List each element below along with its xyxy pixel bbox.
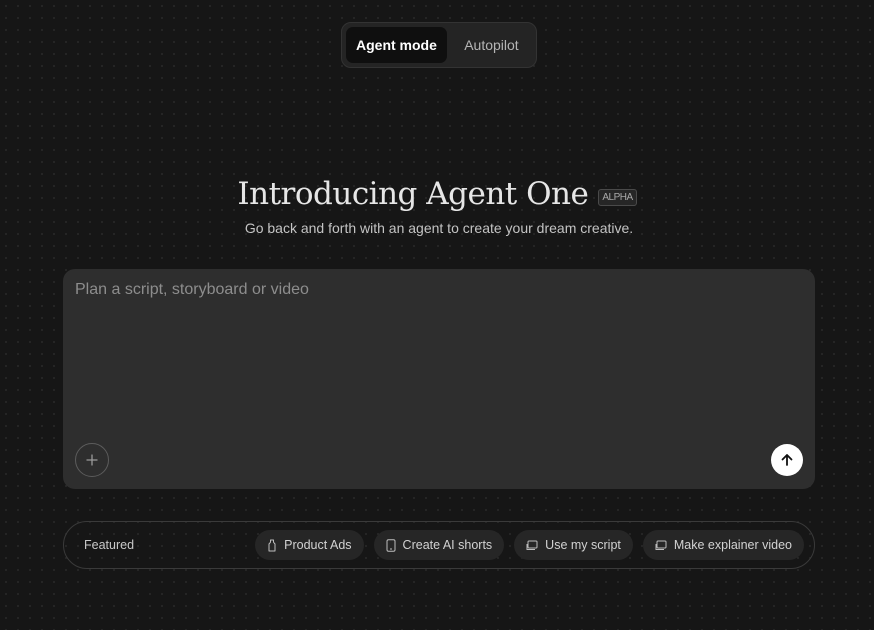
agent-mode-tab[interactable]: Agent mode [346, 27, 447, 63]
phone-icon [386, 538, 396, 552]
chip-label: Create AI shorts [402, 538, 493, 552]
chip-make-explainer-video[interactable]: Make explainer video [642, 530, 804, 560]
chip-product-ads[interactable]: Product Ads [255, 530, 364, 560]
featured-label: Featured [84, 538, 135, 552]
prompt-input[interactable] [75, 281, 795, 431]
arrow-up-icon [781, 454, 793, 466]
featured-bar: Featured Product Ads Create AI shorts Us… [63, 521, 815, 569]
page-subtitle: Go back and forth with an agent to creat… [244, 220, 634, 236]
hero-title-row: Introducing Agent One ALPHA [0, 176, 874, 212]
chip-label: Use my script [545, 538, 621, 552]
add-attachment-button[interactable] [75, 443, 109, 477]
plus-icon [86, 454, 98, 466]
script-icon [526, 540, 538, 550]
chip-create-ai-shorts[interactable]: Create AI shorts [373, 530, 505, 560]
page-title: Introducing Agent One [237, 176, 589, 212]
mode-toggle: Agent mode Autopilot [341, 22, 537, 68]
chip-use-my-script[interactable]: Use my script [514, 530, 633, 560]
chip-label: Make explainer video [673, 538, 792, 552]
chip-label: Product Ads [284, 538, 352, 552]
script-icon [655, 540, 667, 550]
bottle-icon [268, 539, 276, 551]
featured-chips: Product Ads Create AI shorts Use my scri… [255, 530, 804, 560]
alpha-badge: ALPHA [598, 188, 637, 206]
prompt-panel [63, 269, 815, 489]
send-button[interactable] [771, 444, 803, 476]
autopilot-tab[interactable]: Autopilot [451, 27, 532, 63]
